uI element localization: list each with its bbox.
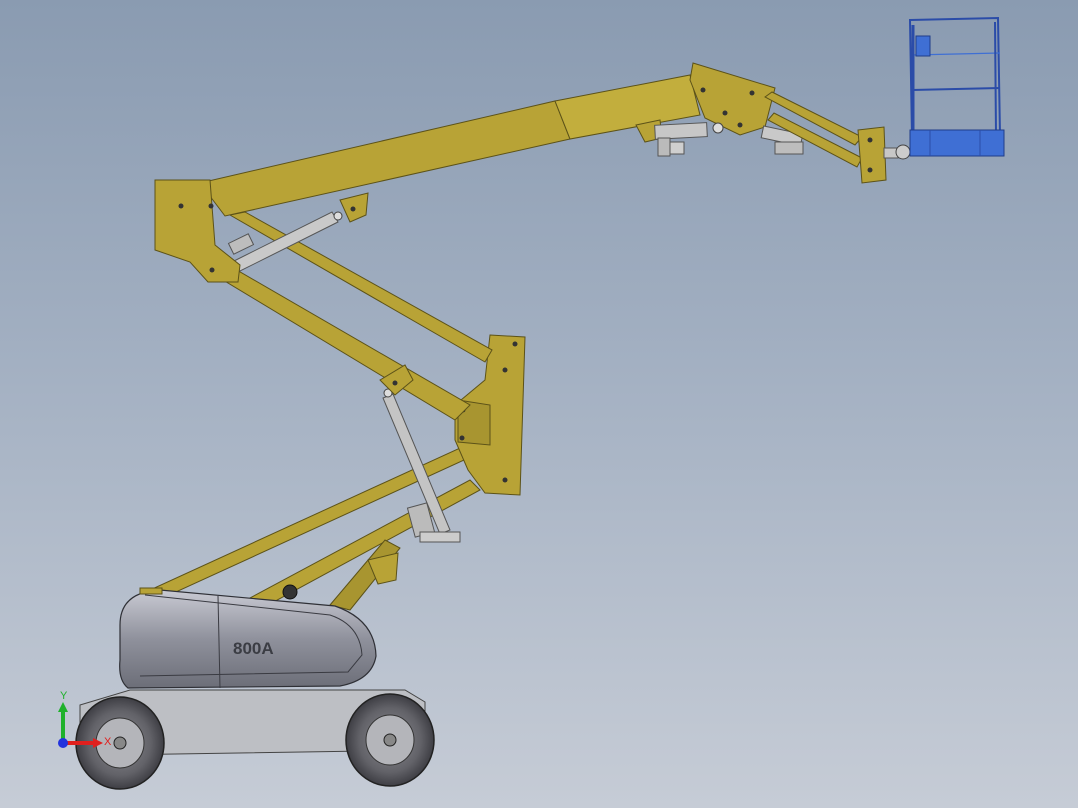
boom-lift-model[interactable]: 800A Y X <box>0 0 1078 808</box>
middle-knuckle[interactable] <box>454 334 526 496</box>
cad-viewport[interactable]: 800A Y X <box>0 0 1078 808</box>
z-axis-dot <box>58 738 68 748</box>
main-boom[interactable] <box>199 74 701 223</box>
rear-wheel[interactable] <box>345 693 435 787</box>
model-label: 800A <box>233 639 274 658</box>
x-axis-label: X <box>104 736 112 748</box>
work-platform[interactable] <box>908 16 1005 157</box>
y-axis-label: Y <box>60 690 68 702</box>
